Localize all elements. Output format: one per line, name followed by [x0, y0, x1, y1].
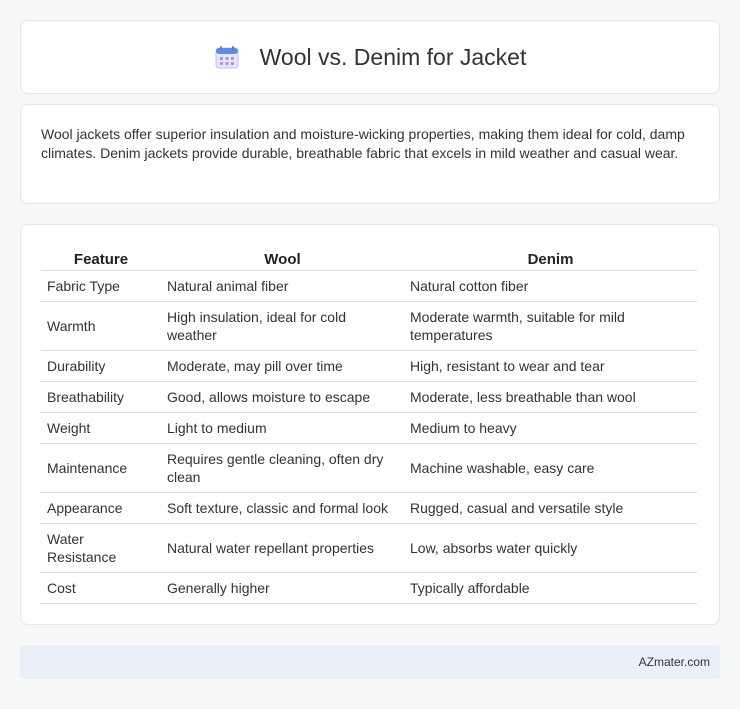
- denim-cell: Moderate warmth, suitable for mild tempe…: [404, 301, 697, 351]
- wool-cell: Natural water repellant properties: [161, 523, 404, 573]
- denim-cell: High, resistant to wear and tear: [404, 350, 697, 382]
- header-denim: Denim: [404, 245, 697, 271]
- wool-cell: Requires gentle cleaning, often dry clea…: [161, 443, 404, 493]
- denim-cell: Rugged, casual and versatile style: [404, 492, 697, 524]
- feature-cell: Maintenance: [41, 443, 161, 493]
- wool-cell: Soft texture, classic and formal look: [161, 492, 404, 524]
- denim-cell: Medium to heavy: [404, 412, 697, 444]
- wool-cell: Moderate, may pill over time: [161, 350, 404, 382]
- comparison-table: Feature Wool Denim Fabric Type Natural a…: [41, 245, 697, 604]
- feature-cell: Water Resistance: [41, 523, 161, 573]
- feature-cell: Breathability: [41, 381, 161, 413]
- header-wool: Wool: [161, 245, 404, 271]
- footer: AZmater.com: [20, 645, 720, 679]
- table-row: Warmth High insulation, ideal for cold w…: [41, 301, 697, 351]
- table-row: Durability Moderate, may pill over time …: [41, 350, 697, 382]
- wool-cell: Natural animal fiber: [161, 270, 404, 302]
- denim-cell: Natural cotton fiber: [404, 270, 697, 302]
- table-row: Weight Light to medium Medium to heavy: [41, 412, 697, 444]
- table-row: Appearance Soft texture, classic and for…: [41, 492, 697, 524]
- calendar-icon: [215, 46, 239, 69]
- feature-cell: Weight: [41, 412, 161, 444]
- feature-cell: Cost: [41, 572, 161, 604]
- denim-cell: Low, absorbs water quickly: [404, 523, 697, 573]
- table-row: Fabric Type Natural animal fiber Natural…: [41, 270, 697, 302]
- table-row: Maintenance Requires gentle cleaning, of…: [41, 443, 697, 493]
- wool-cell: Light to medium: [161, 412, 404, 444]
- feature-cell: Appearance: [41, 492, 161, 524]
- footer-site-link[interactable]: AZmater.com: [639, 655, 710, 669]
- feature-cell: Warmth: [41, 301, 161, 351]
- feature-cell: Durability: [41, 350, 161, 382]
- table-row: Cost Generally higher Typically affordab…: [41, 572, 697, 604]
- table-row: Breathability Good, allows moisture to e…: [41, 381, 697, 413]
- table-header-row: Feature Wool Denim: [41, 245, 697, 271]
- denim-cell: Machine washable, easy care: [404, 443, 697, 493]
- feature-cell: Fabric Type: [41, 270, 161, 302]
- intro-card: Wool jackets offer superior insulation a…: [20, 104, 720, 204]
- denim-cell: Typically affordable: [404, 572, 697, 604]
- title-card: Wool vs. Denim for Jacket: [20, 20, 720, 94]
- table-card: Feature Wool Denim Fabric Type Natural a…: [20, 224, 720, 625]
- page-title: Wool vs. Denim for Jacket: [259, 43, 527, 70]
- wool-cell: Generally higher: [161, 572, 404, 604]
- table-row: Water Resistance Natural water repellant…: [41, 523, 697, 573]
- intro-text: Wool jackets offer superior insulation a…: [41, 126, 685, 161]
- header-feature: Feature: [41, 245, 161, 271]
- wool-cell: Good, allows moisture to escape: [161, 381, 404, 413]
- wool-cell: High insulation, ideal for cold weather: [161, 301, 404, 351]
- denim-cell: Moderate, less breathable than wool: [404, 381, 697, 413]
- page: Wool vs. Denim for Jacket Wool jackets o…: [0, 0, 740, 709]
